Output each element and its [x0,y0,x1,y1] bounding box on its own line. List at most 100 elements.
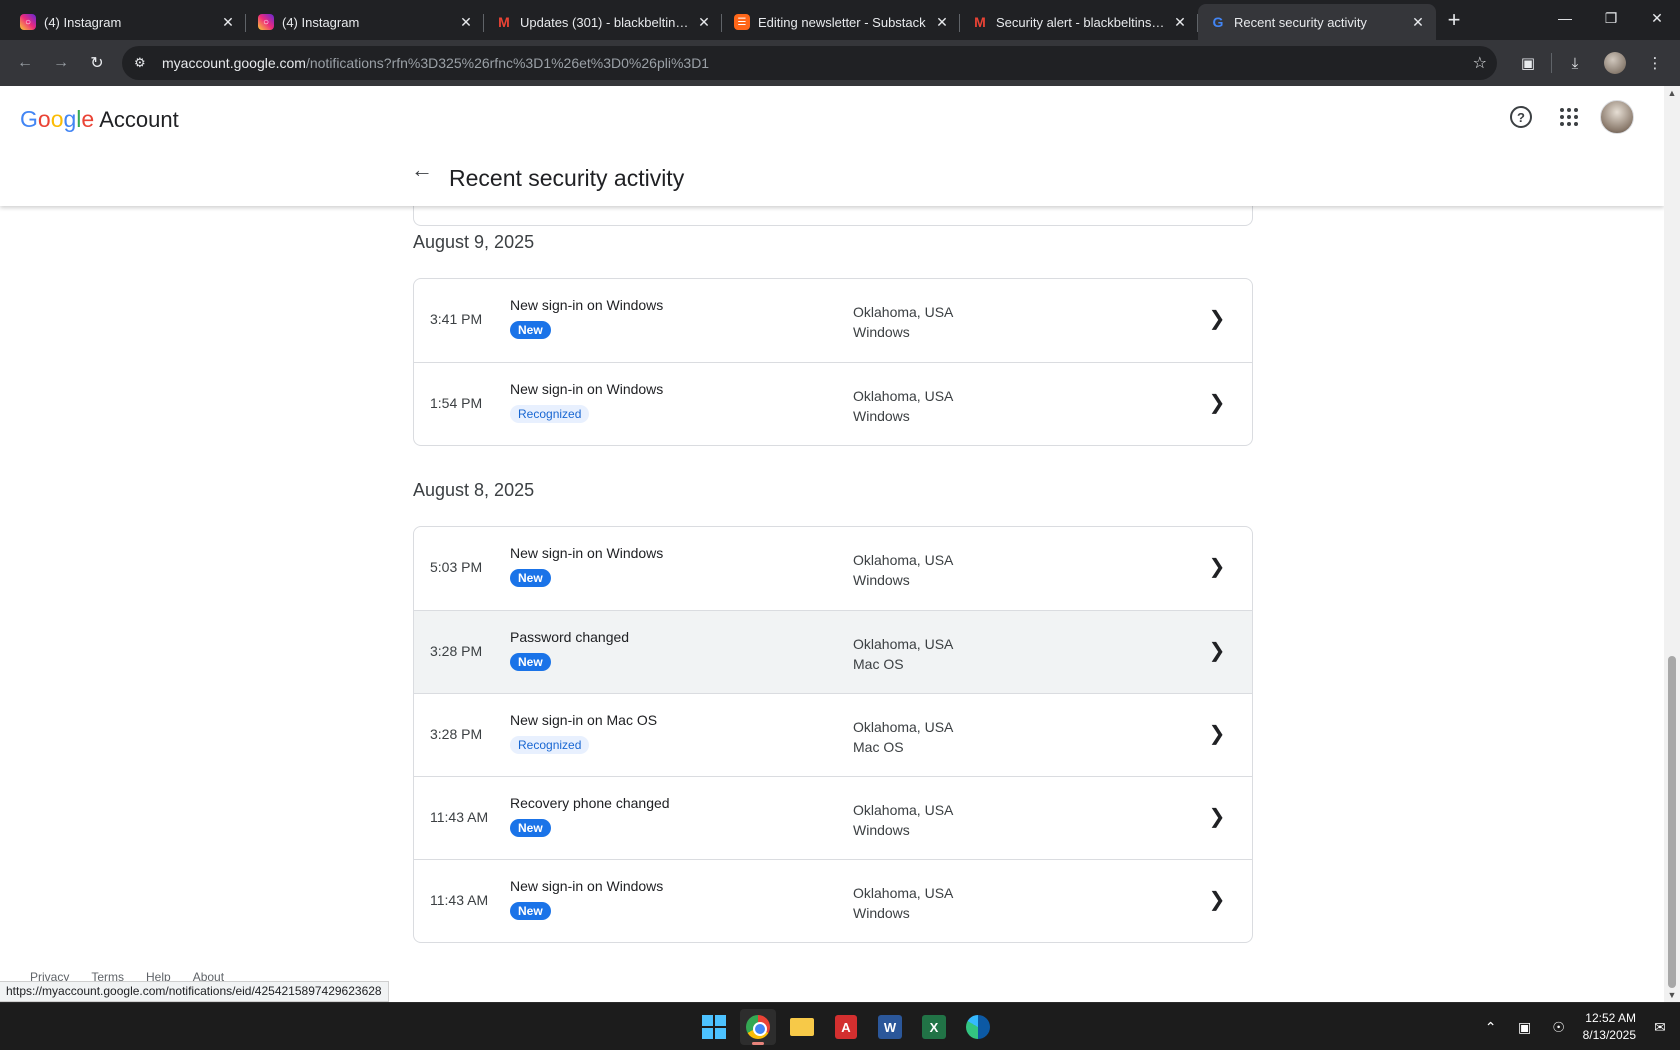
event-location-block: Oklahoma, USA Windows [853,550,953,590]
event-location: Oklahoma, USA [853,388,954,404]
close-window-button[interactable]: ✕ [1634,0,1680,36]
google-account-logo[interactable]: Google Account [20,106,179,133]
event-time: 11:43 AM [430,809,489,825]
activity-row[interactable]: 11:43 AM New sign-in on Windows New Oklahom… [414,859,1252,942]
browser-tab[interactable]: M Updates (301) - blackbeltinstilet ✕ [484,4,722,40]
browser-toolbar: ← → ↻ ⚙ myaccount.google.com/notificatio… [0,40,1680,86]
google-wordmark: Google [20,106,94,133]
back-nav-icon[interactable]: ← [8,46,42,80]
restore-button[interactable]: ❐ [1588,0,1634,36]
browser-tab[interactable]: ○ (4) Instagram ✕ [8,4,246,40]
event-location-block: Oklahoma, USA Windows [853,800,953,840]
activity-card: 5:03 PM New sign-in on Windows New Oklahoma… [413,526,1253,943]
page-viewport: Google Account ? ← Recent security activ… [0,86,1680,1002]
minimize-button[interactable]: — [1542,0,1588,36]
reload-icon[interactable]: ↻ [80,46,114,80]
chevron-right-icon[interactable]: ❯ [1206,555,1228,578]
logo-letter: o [37,106,51,132]
chevron-right-icon[interactable]: ❯ [1206,888,1228,911]
windows-taskbar: A W X ⌃ ▣ ☉ 12:52 AM 8/13/2025 ✉ [0,1002,1680,1050]
event-location: Oklahoma, USA [853,304,954,320]
browser-tab[interactable]: ○ (4) Instagram ✕ [246,4,484,40]
event-location: Oklahoma, USA [853,636,954,652]
site-settings-icon[interactable]: ⚙ [134,55,152,71]
event-location-block: Oklahoma, USA Windows [853,883,953,923]
browser-tab[interactable]: ☰ Editing newsletter - Substack ✕ [722,4,960,40]
tab-title: Updates (301) - blackbeltinstilet [520,14,690,30]
close-tab-icon[interactable]: ✕ [458,14,474,30]
status-badge: New [510,653,551,671]
link-status-bar: https://myaccount.google.com/notificatio… [0,981,389,1002]
file-explorer-icon[interactable] [784,1009,820,1045]
event-location-block: Oklahoma, USA Mac OS [853,717,953,757]
excel-icon[interactable]: X [916,1009,952,1045]
logo-letter: G [20,106,38,132]
avatar[interactable] [1600,100,1634,134]
close-tab-icon[interactable]: ✕ [934,14,950,30]
back-arrow-icon[interactable]: ← [410,157,434,182]
close-tab-icon[interactable]: ✕ [696,14,712,30]
event-device: Windows [853,822,910,838]
bookmark-star-icon[interactable]: ☆ [1473,53,1487,73]
event-device: Windows [853,572,910,588]
activity-row[interactable]: 3:41 PM New sign-in on Windows New Oklahoma… [414,279,1252,362]
apps-grid-icon[interactable] [1552,100,1586,134]
event-location: Oklahoma, USA [853,885,954,901]
activity-row[interactable]: 11:43 AM Recovery phone changed New Oklahom… [414,776,1252,859]
url-path: /notifications?rfn%3D325%26rfnc%3D1%26et… [305,55,710,71]
chevron-right-icon[interactable]: ❯ [1206,391,1228,414]
profile-avatar-icon[interactable] [1598,46,1632,80]
address-bar[interactable]: ⚙ myaccount.google.com/notifications?rfn… [122,46,1497,80]
toolbar-divider [1551,53,1552,73]
edge-icon[interactable] [960,1009,996,1045]
close-tab-icon[interactable]: ✕ [220,14,236,30]
status-badge: New [510,902,551,920]
lens-search-icon[interactable]: ▣ [1511,46,1545,80]
scroll-down-arrow-icon[interactable]: ▼ [1664,988,1680,1002]
new-tab-button[interactable]: + [1436,2,1472,38]
event-location: Oklahoma, USA [853,802,954,818]
chevron-right-icon[interactable]: ❯ [1206,722,1228,745]
browser-tab[interactable]: M Security alert - blackbeltinstilet ✕ [960,4,1198,40]
tab-title: Editing newsletter - Substack [758,14,926,30]
close-tab-icon[interactable]: ✕ [1410,14,1426,30]
event-location-block: Oklahoma, USA Mac OS [853,634,953,674]
page-scrollbar[interactable]: ▲ ▼ [1664,86,1680,1002]
forward-nav-icon[interactable]: → [44,46,78,80]
tab-title: Recent security activity [1234,14,1367,30]
clock-date: 8/13/2025 [1582,1028,1636,1042]
scroll-up-arrow-icon[interactable]: ▲ [1664,86,1680,100]
event-location: Oklahoma, USA [853,719,954,735]
activity-row[interactable]: 5:03 PM New sign-in on Windows New Oklahoma… [414,527,1252,610]
activity-row[interactable]: 1:54 PM New sign-in on Windows Recognized O… [414,362,1252,445]
start-icon[interactable] [696,1009,732,1045]
event-title: Password changed [510,629,630,645]
event-time: 3:28 PM [430,643,483,659]
download-icon[interactable]: ⤓ [1558,46,1592,80]
chevron-right-icon[interactable]: ❯ [1206,639,1228,662]
notification-bell-icon[interactable]: ✉ [1650,1019,1670,1036]
browser-tab[interactable]: G Recent security activity ✕ [1198,4,1436,40]
close-tab-icon[interactable]: ✕ [1172,14,1188,30]
device-icon[interactable]: ▣ [1515,1019,1535,1036]
google-icon: G [1212,14,1224,30]
network-icon[interactable]: ☉ [1549,1019,1569,1036]
activity-row[interactable]: 3:28 PM New sign-in on Mac OS Recognized Ok… [414,693,1252,776]
event-time: 3:41 PM [430,311,483,327]
chevron-right-icon[interactable]: ❯ [1206,307,1228,330]
event-location-block: Oklahoma, USA Windows [853,386,953,426]
clock[interactable]: 12:52 AM 8/13/2025 [1583,1010,1636,1044]
chevron-up-icon[interactable]: ⌃ [1481,1019,1501,1036]
activity-row[interactable]: 3:28 PM Password changed New Oklahoma, USA M… [414,610,1252,693]
help-icon[interactable]: ? [1504,100,1538,134]
clock-time: 12:52 AM [1585,1011,1636,1025]
word-icon[interactable]: W [872,1009,908,1045]
chevron-right-icon[interactable]: ❯ [1206,805,1228,828]
event-device: Windows [853,905,910,921]
scrollbar-thumb[interactable] [1668,656,1676,988]
event-title: Recovery phone changed [510,795,670,811]
chrome-icon[interactable] [740,1009,776,1045]
menu-kebab-icon[interactable]: ⋮ [1638,46,1672,80]
event-time: 3:28 PM [430,726,483,742]
acrobat-icon[interactable]: A [828,1009,864,1045]
